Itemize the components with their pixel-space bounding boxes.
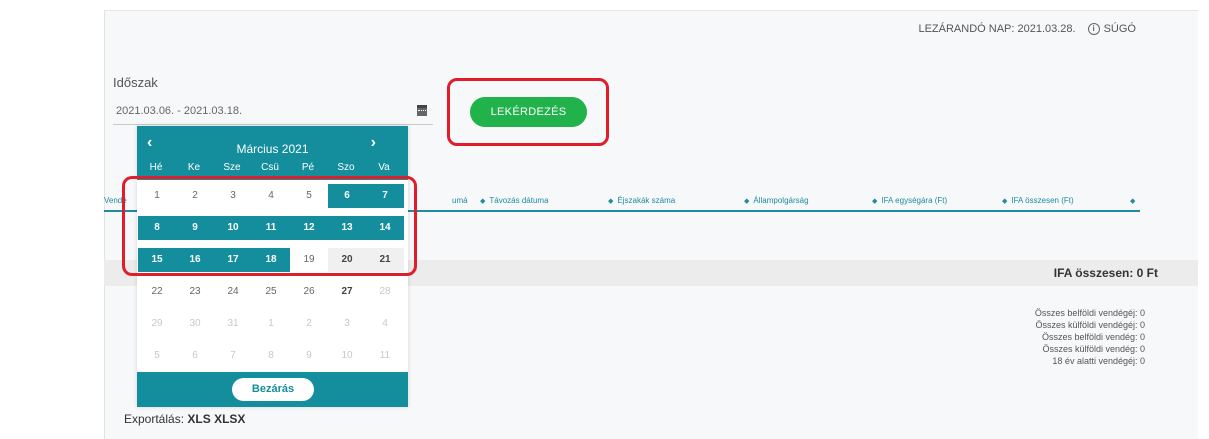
weekday-label: Va — [378, 162, 390, 173]
column-label: IFA összesen (Ft) — [1011, 196, 1074, 205]
calendar-day[interactable]: 5 — [138, 344, 176, 368]
calendar-day[interactable]: 31 — [214, 312, 252, 336]
calendar-day[interactable]: 8 — [252, 344, 290, 368]
calendar-day[interactable]: 23 — [176, 280, 214, 304]
sort-icon[interactable]: ◆ — [1130, 196, 1139, 205]
selected-range-highlight — [122, 176, 417, 276]
column-header-citizenship[interactable]: ◆ Állampolgárság — [744, 196, 809, 205]
weekday-label: Hé — [149, 162, 163, 173]
date-range-input[interactable]: 2021.03.06. - 2021.03.18. — [113, 101, 433, 125]
calendar-day[interactable]: 10 — [328, 344, 366, 368]
sort-icon: ◆ — [744, 198, 750, 205]
chevron-right-icon[interactable]: › — [371, 134, 376, 152]
column-header-nights[interactable]: ◆ Éjszakák száma — [608, 196, 675, 205]
date-range-value: 2021.03.06. - 2021.03.18. — [116, 105, 242, 117]
calendar-day[interactable]: 22 — [138, 280, 176, 304]
weekday-label: Csü — [261, 162, 279, 173]
query-button-highlight — [447, 78, 609, 146]
sort-icon: ◆ — [480, 198, 486, 205]
sort-icon: ◆ — [608, 198, 614, 205]
column-label: Távozás dátuma — [489, 196, 549, 205]
column-header-ifa-unit[interactable]: ◆ IFA egységára (Ft) — [872, 196, 947, 205]
help-label: SÚGÓ — [1103, 23, 1136, 35]
export-row: Exportálás: XLS XLSX — [124, 412, 245, 426]
calendar-day[interactable]: 26 — [290, 280, 328, 304]
weekday-label: Ke — [187, 162, 201, 173]
export-xlsx-link[interactable]: XLSX — [214, 412, 245, 426]
column-label: IFA egységára (Ft) — [881, 196, 948, 205]
help-link[interactable]: i SÚGÓ — [1087, 23, 1136, 35]
month-title: Március 2021 — [236, 142, 309, 156]
calendar-day[interactable]: 9 — [290, 344, 328, 368]
export-label: Exportálás: — [124, 412, 185, 426]
closing-day-label: LEZÁRANDÓ NAP: 2021.03.28. — [918, 23, 1076, 35]
column-label: Éjszakák száma — [617, 196, 676, 205]
calendar-day[interactable]: 29 — [138, 312, 176, 336]
calendar-day[interactable]: 4 — [366, 312, 404, 336]
weekday-label: Pé — [301, 162, 315, 173]
calendar-day[interactable]: 11 — [366, 344, 404, 368]
calendar-icon[interactable] — [417, 105, 427, 117]
calendar-day[interactable]: 2 — [290, 312, 328, 336]
stat-foreign-nights: Összes külföldi vendégéj: 0 — [1035, 320, 1145, 330]
calendar-day[interactable]: 25 — [252, 280, 290, 304]
period-label: Időszak — [113, 75, 158, 90]
close-button[interactable]: Bezárás — [232, 378, 314, 401]
info-circle-icon: i — [1087, 23, 1100, 35]
calendar-day[interactable]: 6 — [176, 344, 214, 368]
column-header-departure[interactable]: ◆ Távozás dátuma — [480, 196, 549, 205]
column-header-arrival[interactable]: umá — [452, 196, 468, 205]
stat-domestic-guests: Összes belföldi vendég: 0 — [1041, 332, 1145, 342]
column-label: umá — [452, 196, 468, 205]
stat-under-18: 18 év alatti vendégéj: 0 — [1052, 356, 1145, 366]
calendar-day[interactable]: 24 — [214, 280, 252, 304]
calendar-day[interactable]: 1 — [252, 312, 290, 336]
sort-icon: ◆ — [872, 198, 878, 205]
top-bar: LEZÁRANDÓ NAP: 2021.03.28. i SÚGÓ — [918, 23, 1136, 35]
calendar-day[interactable]: 30 — [176, 312, 214, 336]
date-picker-footer: Bezárás — [137, 372, 408, 407]
weekday-label: Sze — [223, 162, 241, 173]
sort-icon: ◆ — [1002, 198, 1008, 205]
stat-domestic-nights: Összes belföldi vendégéj: 0 — [1034, 308, 1145, 318]
date-picker-header: ‹ Március 2021 › Hé Ke Sze Csü Pé Szo Va — [137, 126, 408, 180]
weekday-label: Szo — [337, 162, 355, 173]
calendar-day[interactable]: 27 — [328, 280, 366, 304]
ifa-total: IFA összesen: 0 Ft — [1053, 266, 1158, 280]
calendar-day[interactable]: 7 — [214, 344, 252, 368]
column-header-ifa-total[interactable]: ◆ IFA összesen (Ft) — [1002, 196, 1074, 205]
calendar-day[interactable]: 3 — [328, 312, 366, 336]
stat-foreign-guests: Összes külföldi vendég: 0 — [1042, 344, 1145, 354]
calendar-day[interactable]: 28 — [366, 280, 404, 304]
column-label: Állampolgárság — [753, 196, 809, 205]
stats-list: Összes belföldi vendégéj: 0 Összes külfö… — [1035, 307, 1145, 367]
export-xls-link[interactable]: XLS — [187, 412, 210, 426]
